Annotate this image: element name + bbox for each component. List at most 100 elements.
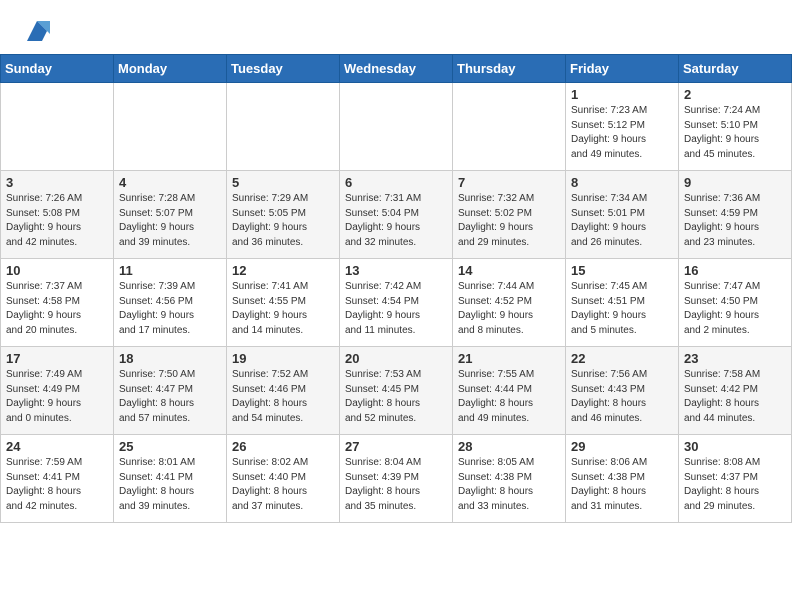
day-number: 2 xyxy=(684,87,786,102)
day-number: 20 xyxy=(345,351,447,366)
calendar-week-5: 24 Sunrise: 7:59 AM Sunset: 4:41 PM Dayli… xyxy=(1,435,792,523)
day-number: 14 xyxy=(458,263,560,278)
calendar-cell: 23Sunrise: 7:58 AM Sunset: 4:42 PM Dayli… xyxy=(679,347,792,435)
day-number: 3 xyxy=(6,175,108,190)
day-number: 28 xyxy=(458,439,560,454)
day-info: Sunrise: 7:56 AM Sunset: 4:43 PM Dayligh… xyxy=(571,368,673,426)
day-info: Sunrise: 7:39 AM Sunset: 4:56 PM Dayligh… xyxy=(119,280,221,338)
calendar-cell: 2 Sunrise: 7:24 AM Sunset: 5:10 PM Daylig… xyxy=(679,83,792,171)
calendar-week-2: 3 Sunrise: 7:26 AM Sunset: 5:08 PM Daylig… xyxy=(1,171,792,259)
day-number: 27 xyxy=(345,439,447,454)
day-info: Sunrise: 7:55 AM Sunset: 4:44 PM Dayligh… xyxy=(458,368,560,426)
calendar-cell: 25 Sunrise: 8:01 AM Sunset: 4:41 PM Dayli… xyxy=(114,435,227,523)
calendar-cell: 1 Sunrise: 7:23 AM Sunset: 5:12 PM Daylig… xyxy=(566,83,679,171)
day-info: Sunrise: 7:32 AM Sunset: 5:02 PM Dayligh… xyxy=(458,192,560,250)
calendar-cell: 17 Sunrise: 7:49 AM Sunset: 4:49 PM Dayli… xyxy=(1,347,114,435)
calendar-cell: 8 Sunrise: 7:34 AM Sunset: 5:01 PM Daylig… xyxy=(566,171,679,259)
calendar-cell xyxy=(340,83,453,171)
day-number: 21 xyxy=(458,351,560,366)
calendar-header-tuesday: Tuesday xyxy=(227,55,340,83)
calendar-cell: 14 Sunrise: 7:44 AM Sunset: 4:52 PM Dayli… xyxy=(453,259,566,347)
day-info: Sunrise: 7:52 AM Sunset: 4:46 PM Dayligh… xyxy=(232,368,334,426)
day-number: 30 xyxy=(684,439,786,454)
day-info: Sunrise: 8:01 AM Sunset: 4:41 PM Dayligh… xyxy=(119,456,221,514)
day-info: Sunrise: 7:29 AM Sunset: 5:05 PM Dayligh… xyxy=(232,192,334,250)
calendar-cell xyxy=(453,83,566,171)
day-info: Sunrise: 7:45 AM Sunset: 4:51 PM Dayligh… xyxy=(571,280,673,338)
calendar-header-row: SundayMondayTuesdayWednesdayThursdayFrid… xyxy=(1,55,792,83)
day-info: Sunrise: 8:04 AM Sunset: 4:39 PM Dayligh… xyxy=(345,456,447,514)
calendar-cell: 26 Sunrise: 8:02 AM Sunset: 4:40 PM Dayli… xyxy=(227,435,340,523)
calendar-cell: 20Sunrise: 7:53 AM Sunset: 4:45 PM Dayli… xyxy=(340,347,453,435)
calendar-cell xyxy=(114,83,227,171)
day-number: 4 xyxy=(119,175,221,190)
day-info: Sunrise: 7:41 AM Sunset: 4:55 PM Dayligh… xyxy=(232,280,334,338)
day-info: Sunrise: 7:58 AM Sunset: 4:42 PM Dayligh… xyxy=(684,368,786,426)
day-number: 13 xyxy=(345,263,447,278)
calendar-cell: 24 Sunrise: 7:59 AM Sunset: 4:41 PM Dayli… xyxy=(1,435,114,523)
day-number: 1 xyxy=(571,87,673,102)
day-number: 5 xyxy=(232,175,334,190)
calendar-week-1: 1 Sunrise: 7:23 AM Sunset: 5:12 PM Daylig… xyxy=(1,83,792,171)
day-info: Sunrise: 7:49 AM Sunset: 4:49 PM Dayligh… xyxy=(6,368,108,426)
calendar-week-4: 17 Sunrise: 7:49 AM Sunset: 4:49 PM Dayli… xyxy=(1,347,792,435)
day-number: 17 xyxy=(6,351,108,366)
calendar-table: SundayMondayTuesdayWednesdayThursdayFrid… xyxy=(0,54,792,523)
day-info: Sunrise: 7:31 AM Sunset: 5:04 PM Dayligh… xyxy=(345,192,447,250)
day-number: 16 xyxy=(684,263,786,278)
day-info: Sunrise: 7:28 AM Sunset: 5:07 PM Dayligh… xyxy=(119,192,221,250)
day-number: 26 xyxy=(232,439,334,454)
page-header xyxy=(0,0,792,54)
calendar-cell: 30 Sunrise: 8:08 AM Sunset: 4:37 PM Dayli… xyxy=(679,435,792,523)
day-info: Sunrise: 7:34 AM Sunset: 5:01 PM Dayligh… xyxy=(571,192,673,250)
calendar-header-sunday: Sunday xyxy=(1,55,114,83)
day-number: 25 xyxy=(119,439,221,454)
day-number: 29 xyxy=(571,439,673,454)
day-info: Sunrise: 7:26 AM Sunset: 5:08 PM Dayligh… xyxy=(6,192,108,250)
calendar-cell: 5 Sunrise: 7:29 AM Sunset: 5:05 PM Daylig… xyxy=(227,171,340,259)
calendar-header-saturday: Saturday xyxy=(679,55,792,83)
day-info: Sunrise: 8:08 AM Sunset: 4:37 PM Dayligh… xyxy=(684,456,786,514)
calendar-cell: 29Sunrise: 8:06 AM Sunset: 4:38 PM Dayli… xyxy=(566,435,679,523)
calendar-cell: 15 Sunrise: 7:45 AM Sunset: 4:51 PM Dayli… xyxy=(566,259,679,347)
calendar-cell: 16 Sunrise: 7:47 AM Sunset: 4:50 PM Dayli… xyxy=(679,259,792,347)
day-number: 8 xyxy=(571,175,673,190)
calendar-header-friday: Friday xyxy=(566,55,679,83)
calendar-cell: 6 Sunrise: 7:31 AM Sunset: 5:04 PM Daylig… xyxy=(340,171,453,259)
logo-icon xyxy=(22,16,52,46)
calendar-cell: 22 Sunrise: 7:56 AM Sunset: 4:43 PM Dayli… xyxy=(566,347,679,435)
day-info: Sunrise: 7:42 AM Sunset: 4:54 PM Dayligh… xyxy=(345,280,447,338)
day-number: 22 xyxy=(571,351,673,366)
day-info: Sunrise: 7:47 AM Sunset: 4:50 PM Dayligh… xyxy=(684,280,786,338)
logo xyxy=(20,16,52,46)
calendar-cell: 4 Sunrise: 7:28 AM Sunset: 5:07 PM Daylig… xyxy=(114,171,227,259)
logo-image xyxy=(20,16,52,46)
day-info: Sunrise: 7:36 AM Sunset: 4:59 PM Dayligh… xyxy=(684,192,786,250)
calendar-cell: 27 Sunrise: 8:04 AM Sunset: 4:39 PM Dayli… xyxy=(340,435,453,523)
calendar-cell: 10 Sunrise: 7:37 AM Sunset: 4:58 PM Dayli… xyxy=(1,259,114,347)
day-info: Sunrise: 7:24 AM Sunset: 5:10 PM Dayligh… xyxy=(684,104,786,162)
day-info: Sunrise: 7:44 AM Sunset: 4:52 PM Dayligh… xyxy=(458,280,560,338)
day-number: 19 xyxy=(232,351,334,366)
calendar-cell xyxy=(1,83,114,171)
calendar-week-3: 10 Sunrise: 7:37 AM Sunset: 4:58 PM Dayli… xyxy=(1,259,792,347)
calendar-cell: 9Sunrise: 7:36 AM Sunset: 4:59 PM Daylig… xyxy=(679,171,792,259)
day-number: 7 xyxy=(458,175,560,190)
day-info: Sunrise: 7:37 AM Sunset: 4:58 PM Dayligh… xyxy=(6,280,108,338)
calendar-header-monday: Monday xyxy=(114,55,227,83)
day-number: 6 xyxy=(345,175,447,190)
calendar-header-wednesday: Wednesday xyxy=(340,55,453,83)
calendar-cell: 12 Sunrise: 7:41 AM Sunset: 4:55 PM Dayli… xyxy=(227,259,340,347)
calendar-cell: 21 Sunrise: 7:55 AM Sunset: 4:44 PM Dayli… xyxy=(453,347,566,435)
day-info: Sunrise: 8:02 AM Sunset: 4:40 PM Dayligh… xyxy=(232,456,334,514)
day-number: 11 xyxy=(119,263,221,278)
calendar-cell: 13 Sunrise: 7:42 AM Sunset: 4:54 PM Dayli… xyxy=(340,259,453,347)
day-number: 10 xyxy=(6,263,108,278)
day-info: Sunrise: 7:59 AM Sunset: 4:41 PM Dayligh… xyxy=(6,456,108,514)
day-number: 24 xyxy=(6,439,108,454)
calendar-cell: 11 Sunrise: 7:39 AM Sunset: 4:56 PM Dayli… xyxy=(114,259,227,347)
day-info: Sunrise: 7:50 AM Sunset: 4:47 PM Dayligh… xyxy=(119,368,221,426)
day-number: 15 xyxy=(571,263,673,278)
day-info: Sunrise: 7:23 AM Sunset: 5:12 PM Dayligh… xyxy=(571,104,673,162)
day-number: 12 xyxy=(232,263,334,278)
